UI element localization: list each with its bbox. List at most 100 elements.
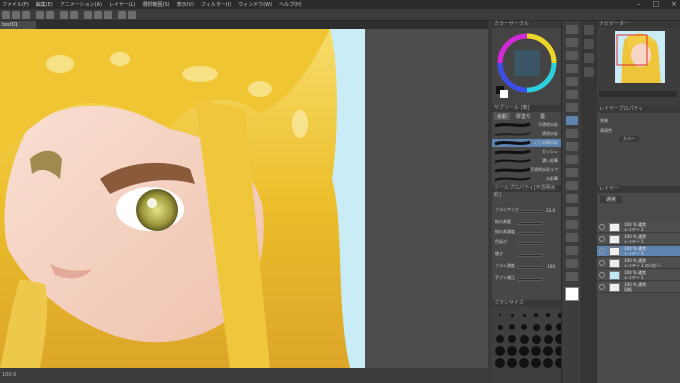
fill-icon[interactable] bbox=[70, 11, 78, 19]
navigator-panel-icon[interactable] bbox=[584, 25, 594, 35]
eye-icon[interactable] bbox=[599, 284, 605, 290]
move-tool-icon[interactable] bbox=[566, 38, 578, 47]
navigator-title[interactable]: ナビゲーター bbox=[597, 21, 680, 28]
brush-item[interactable]: 不透明水彩 bbox=[492, 121, 561, 129]
fill-tool-icon[interactable] bbox=[566, 181, 578, 190]
size-preset[interactable] bbox=[519, 346, 529, 356]
brush-item[interactable]: 水彩筆 bbox=[492, 175, 561, 183]
ruler-icon[interactable] bbox=[128, 11, 136, 19]
size-preset[interactable] bbox=[519, 358, 529, 368]
minimize-icon[interactable]: – bbox=[637, 0, 641, 8]
layer-row[interactable]: 100 % 通常 レイヤー 5 bbox=[597, 234, 680, 245]
tab-color-wheel[interactable]: カラーサークル bbox=[494, 21, 529, 27]
size-preset[interactable] bbox=[543, 358, 553, 368]
brush-item[interactable]: 濃い鉛筆 bbox=[492, 157, 561, 165]
slider[interactable] bbox=[517, 222, 543, 225]
brush-tool-icon[interactable] bbox=[566, 116, 578, 125]
category-thick-paint[interactable]: 厚塗り bbox=[513, 113, 534, 120]
snap-icon[interactable] bbox=[118, 11, 126, 19]
figure-tool-icon[interactable] bbox=[566, 207, 578, 216]
size-preset[interactable] bbox=[507, 358, 517, 368]
menu-animation[interactable]: アニメーション(A) bbox=[60, 1, 102, 8]
slider[interactable] bbox=[517, 232, 543, 235]
menu-window[interactable]: ウィンドウ(W) bbox=[238, 1, 272, 8]
menu-file[interactable]: ファイル(F) bbox=[2, 1, 29, 8]
size-preset[interactable] bbox=[531, 334, 541, 344]
size-preset[interactable] bbox=[495, 346, 505, 356]
menu-view[interactable]: 表示(V) bbox=[177, 1, 194, 8]
size-preset[interactable] bbox=[495, 322, 505, 332]
prop-brush-density[interactable]: ブラシ濃度 100 bbox=[495, 263, 557, 272]
size-preset[interactable] bbox=[495, 310, 505, 320]
balloon-tool-icon[interactable] bbox=[566, 259, 578, 268]
select-tool-icon[interactable] bbox=[566, 51, 578, 60]
layer-row[interactable]: 100 % 通常 レイヤー 2 bbox=[597, 222, 680, 233]
prop-stabilization[interactable]: 手ブレ補正 bbox=[495, 275, 557, 284]
brush-item[interactable]: ガッシュ bbox=[492, 148, 561, 156]
eye-icon[interactable] bbox=[599, 224, 605, 230]
text-tool-icon[interactable] bbox=[566, 246, 578, 255]
open-icon[interactable] bbox=[12, 11, 20, 19]
layer-row[interactable]: 100 % 通常 レイヤー 1 のコピー bbox=[597, 258, 680, 269]
menu-edit[interactable]: 編集(E) bbox=[36, 1, 53, 8]
brush-item[interactable]: 不透明水彩ラフ bbox=[492, 166, 561, 174]
prop-paint-density[interactable]: 絵の具濃度 bbox=[495, 229, 557, 238]
maximize-icon[interactable]: □ bbox=[653, 0, 660, 8]
slider[interactable] bbox=[517, 266, 543, 269]
expression-color-select[interactable]: カラー bbox=[619, 136, 639, 142]
illustration-canvas[interactable] bbox=[0, 29, 488, 368]
menu-help[interactable]: ヘルプ(H) bbox=[279, 1, 302, 8]
size-preset[interactable] bbox=[507, 310, 517, 320]
size-preset[interactable] bbox=[507, 346, 517, 356]
color-wheel-icon[interactable] bbox=[492, 28, 561, 105]
slider[interactable] bbox=[517, 210, 543, 213]
eyedropper-tool-icon[interactable] bbox=[566, 77, 578, 86]
gradient-tool-icon[interactable] bbox=[566, 194, 578, 203]
layer-row[interactable]: 100 % 通常 レイヤー 1 bbox=[597, 270, 680, 281]
brush-item-selected[interactable]: にじみ縁水彩 bbox=[492, 139, 561, 147]
invert-selection-icon[interactable] bbox=[104, 11, 112, 19]
prop-paint-amount[interactable]: 絵の具量 bbox=[495, 219, 557, 228]
slider[interactable] bbox=[517, 278, 543, 281]
size-preset[interactable] bbox=[519, 310, 529, 320]
brush-item[interactable]: 透明水彩 bbox=[492, 130, 561, 138]
frame-tool-icon[interactable] bbox=[566, 220, 578, 229]
close-icon[interactable]: × bbox=[671, 0, 677, 8]
new-icon[interactable] bbox=[2, 11, 10, 19]
size-preset[interactable] bbox=[531, 310, 541, 320]
size-preset[interactable] bbox=[519, 334, 529, 344]
size-preset[interactable] bbox=[543, 322, 553, 332]
size-preset[interactable] bbox=[495, 334, 505, 344]
zoom-tool-icon[interactable] bbox=[566, 25, 578, 34]
pen-tool-icon[interactable] bbox=[566, 90, 578, 99]
slider[interactable] bbox=[517, 254, 543, 257]
eye-icon[interactable] bbox=[599, 236, 605, 242]
prop-hardness[interactable]: 硬さ bbox=[495, 251, 557, 260]
size-preset[interactable] bbox=[519, 322, 529, 332]
navigator-thumbnail[interactable] bbox=[615, 31, 665, 83]
airbrush-tool-icon[interactable] bbox=[566, 129, 578, 138]
deselect-icon[interactable] bbox=[94, 11, 102, 19]
prop-brush-size[interactable]: ブラシサイズ 23.0 bbox=[495, 207, 557, 216]
size-preset[interactable] bbox=[507, 334, 517, 344]
transform-icon[interactable] bbox=[84, 11, 92, 19]
menu-layer[interactable]: レイヤー(L) bbox=[109, 1, 136, 8]
size-preset[interactable] bbox=[531, 322, 541, 332]
size-preset[interactable] bbox=[543, 346, 553, 356]
save-icon[interactable] bbox=[22, 11, 30, 19]
menu-filter[interactable]: フィルター(I) bbox=[201, 1, 231, 8]
slider[interactable] bbox=[517, 242, 543, 245]
subview-panel-icon[interactable] bbox=[584, 39, 594, 49]
pencil-tool-icon[interactable] bbox=[566, 103, 578, 112]
layer-panel-title[interactable]: レイヤー bbox=[597, 186, 680, 193]
clear-icon[interactable] bbox=[60, 11, 68, 19]
material-panel-icon[interactable] bbox=[584, 67, 594, 77]
size-preset[interactable] bbox=[507, 322, 517, 332]
undo-icon[interactable] bbox=[36, 11, 44, 19]
blend-tool-icon[interactable] bbox=[566, 168, 578, 177]
canvas-area[interactable] bbox=[0, 29, 488, 368]
zoom-readout[interactable]: 100.0 bbox=[2, 372, 16, 378]
info-panel-icon[interactable] bbox=[584, 53, 594, 63]
canvas-tab[interactable]: test01 bbox=[0, 21, 36, 29]
redo-icon[interactable] bbox=[46, 11, 54, 19]
